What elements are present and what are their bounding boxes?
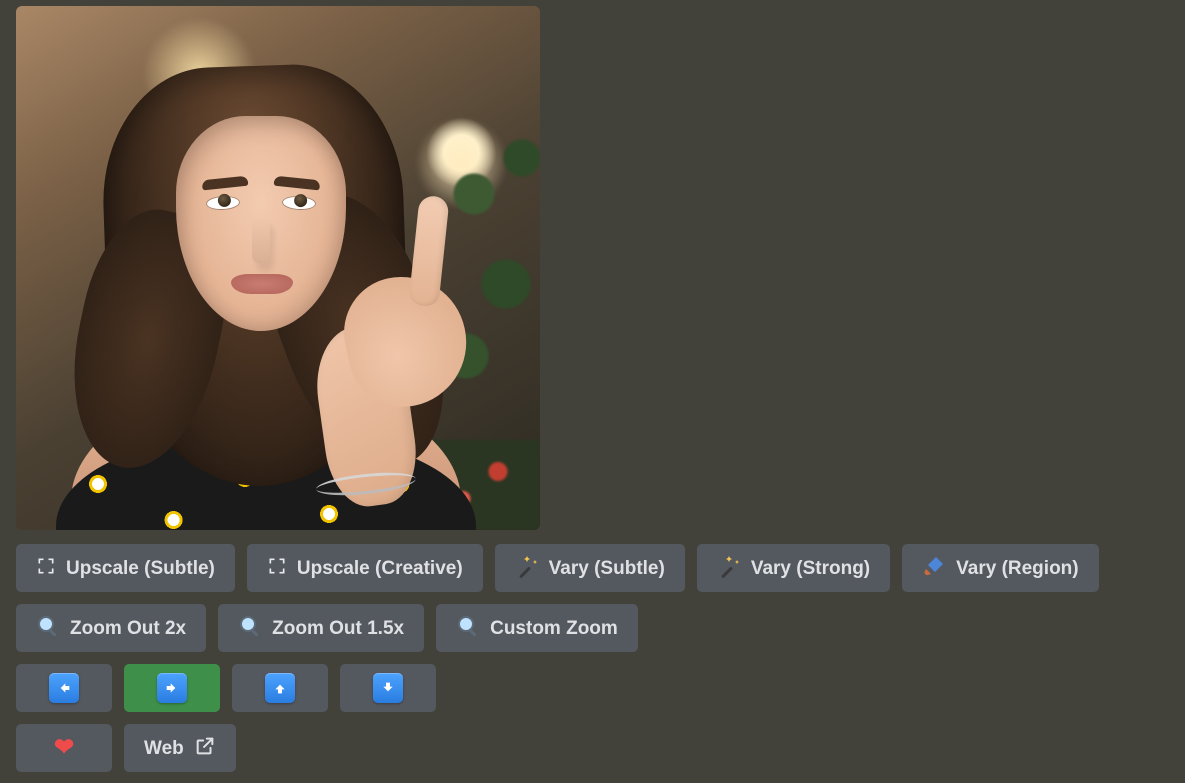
eye-right (282, 195, 317, 211)
external-link-icon (194, 735, 216, 761)
button-row-1: Upscale (Subtle) Upscale (Creative) Vary… (16, 544, 1169, 592)
vary-region-button[interactable]: Vary (Region) (902, 544, 1098, 592)
message: Upscale (Subtle) Upscale (Creative) Vary… (0, 0, 1185, 783)
arrow-left-icon (49, 673, 79, 703)
upscale-creative-label: Upscale (Creative) (297, 559, 463, 578)
generated-image[interactable] (16, 6, 540, 530)
eyebrow-left (202, 176, 249, 191)
heart-icon: ❤ (54, 736, 74, 760)
favorite-button[interactable]: ❤ (16, 724, 112, 772)
vary-subtle-button[interactable]: Vary (Subtle) (495, 544, 685, 592)
zoom-out-1-5x-button[interactable]: Zoom Out 1.5x (218, 604, 424, 652)
magic-wand-sparkle-icon (717, 554, 741, 582)
pan-right-button[interactable] (124, 664, 220, 712)
magnifier-icon (238, 614, 262, 642)
vary-strong-label: Vary (Strong) (751, 559, 870, 578)
nose (252, 216, 270, 264)
button-row-2: Zoom Out 2x Zoom Out 1.5x Custom Zoom (16, 604, 1169, 652)
eye-left (206, 195, 241, 211)
upscale-subtle-label: Upscale (Subtle) (66, 559, 215, 578)
pan-up-button[interactable] (232, 664, 328, 712)
magnifier-icon (36, 614, 60, 642)
vary-region-label: Vary (Region) (956, 559, 1078, 578)
expand-icon (36, 556, 56, 580)
magnifier-icon (456, 614, 480, 642)
upscale-subtle-button[interactable]: Upscale (Subtle) (16, 544, 235, 592)
action-button-rows: Upscale (Subtle) Upscale (Creative) Vary… (16, 544, 1169, 772)
pan-down-button[interactable] (340, 664, 436, 712)
eyebrow-right (274, 176, 321, 191)
arrow-right-icon (157, 673, 187, 703)
vary-subtle-label: Vary (Subtle) (549, 559, 665, 578)
zoom-out-2x-button[interactable]: Zoom Out 2x (16, 604, 206, 652)
upscale-creative-button[interactable]: Upscale (Creative) (247, 544, 483, 592)
button-row-4: ❤ Web (16, 724, 1169, 772)
paintbrush-icon (922, 554, 946, 582)
arrow-up-icon (265, 673, 295, 703)
expand-icon (267, 556, 287, 580)
custom-zoom-label: Custom Zoom (490, 619, 618, 638)
open-in-web-button[interactable]: Web (124, 724, 236, 772)
arrow-down-icon (373, 673, 403, 703)
web-label: Web (144, 739, 184, 758)
button-row-3 (16, 664, 1169, 712)
magic-wand-sparkle-icon (515, 554, 539, 582)
zoom-out-2x-label: Zoom Out 2x (70, 619, 186, 638)
lips (231, 274, 293, 294)
zoom-out-1-5x-label: Zoom Out 1.5x (272, 619, 404, 638)
custom-zoom-button[interactable]: Custom Zoom (436, 604, 638, 652)
vary-strong-button[interactable]: Vary (Strong) (697, 544, 890, 592)
pan-left-button[interactable] (16, 664, 112, 712)
